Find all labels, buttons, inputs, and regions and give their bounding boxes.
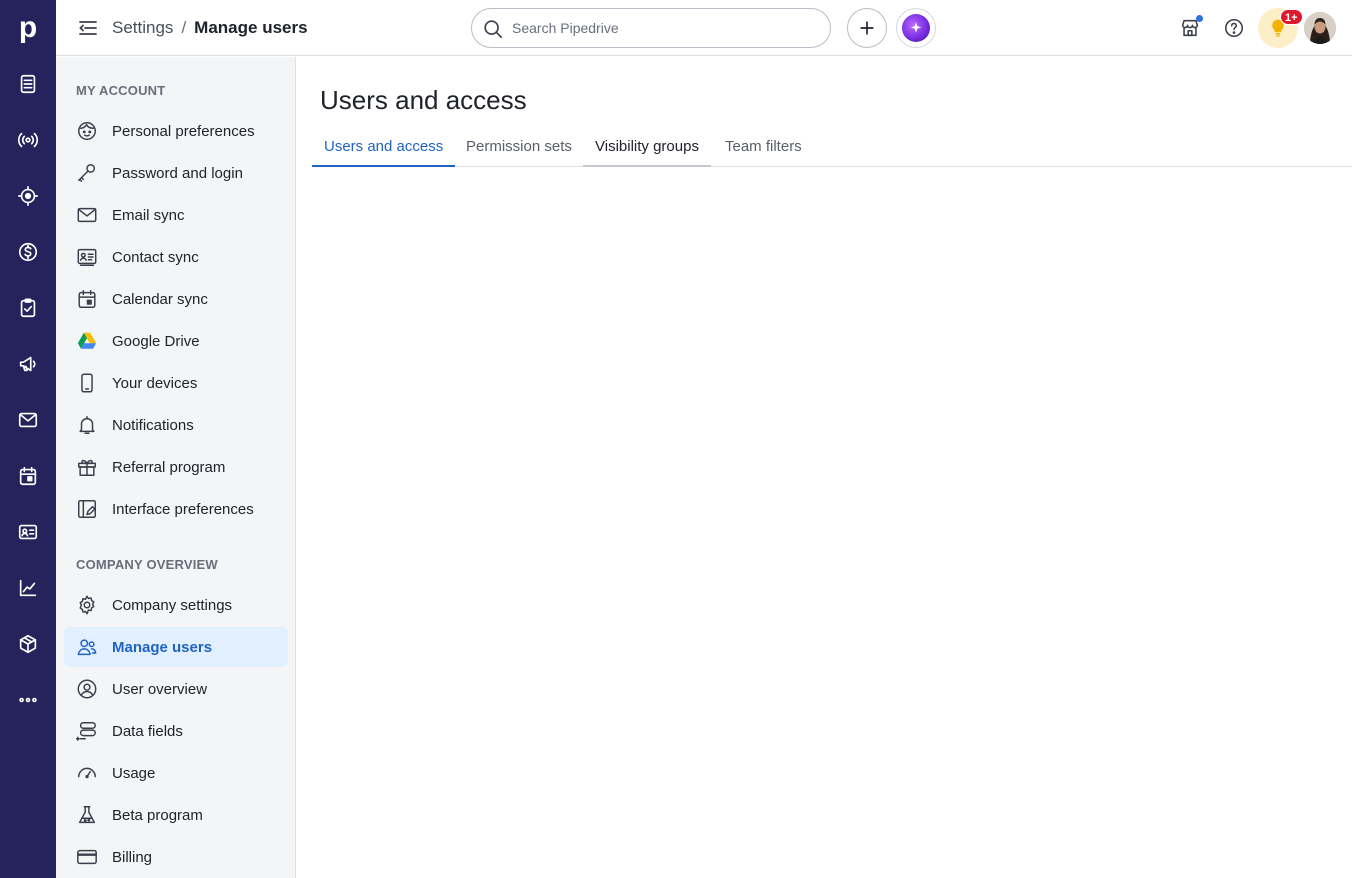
flask-icon <box>76 804 98 826</box>
global-search[interactable] <box>471 8 831 48</box>
data-fields-icon <box>75 720 98 742</box>
ai-assistant-button[interactable] <box>896 8 936 48</box>
face-icon <box>76 120 98 142</box>
tab-users-and-access[interactable]: Users and access <box>312 129 456 167</box>
user-avatar[interactable] <box>1304 12 1336 44</box>
key-icon <box>76 162 98 184</box>
page-title: Users and access <box>320 85 527 115</box>
plus-icon <box>860 21 874 35</box>
envelope-icon <box>76 204 98 226</box>
sidebar-item-user-overview[interactable]: User overview <box>64 669 288 709</box>
main-content: Users and access Users and access Permis… <box>296 57 1352 878</box>
sidebar-item-data-fields[interactable]: Data fields <box>64 711 288 751</box>
sidebar-item-interface-preferences[interactable]: Interface preferences <box>64 489 288 529</box>
sidebar-item-password-and-login[interactable]: Password and login <box>64 153 288 193</box>
megaphone-icon[interactable] <box>0 336 56 392</box>
campaigns-broadcast-icon[interactable] <box>0 112 56 168</box>
sidebar-item-notifications[interactable]: Notifications <box>64 405 288 445</box>
calendar-icon[interactable] <box>0 448 56 504</box>
marketplace-icon[interactable] <box>1176 14 1204 42</box>
sidebar-item-contact-sync[interactable]: Contact sync <box>64 237 288 277</box>
tab-permission-sets[interactable]: Permission sets <box>454 129 584 167</box>
search-icon <box>482 18 504 40</box>
top-bar: Settings / Manage users 1+ <box>56 0 1352 56</box>
help-icon[interactable] <box>1220 14 1248 42</box>
products-box-icon[interactable] <box>0 616 56 672</box>
phone-icon <box>76 372 98 394</box>
tab-visibility-groups[interactable]: Visibility groups <box>583 129 711 167</box>
contacts-card-icon[interactable] <box>0 504 56 560</box>
user-circle-icon <box>76 678 98 700</box>
sidebar-item-billing[interactable]: Billing <box>64 837 288 877</box>
sidebar-item-beta-program[interactable]: Beta program <box>64 795 288 835</box>
users-icon <box>76 636 98 658</box>
sidebar-item-your-devices[interactable]: Your devices <box>64 363 288 403</box>
sidebar-item-manage-users[interactable]: Manage users <box>64 627 288 667</box>
sidebar-item-usage[interactable]: Usage <box>64 753 288 793</box>
gift-icon <box>76 456 98 478</box>
insights-chart-icon[interactable] <box>0 560 56 616</box>
gear-icon <box>76 594 98 616</box>
google-drive-icon <box>76 330 98 352</box>
marketplace-notification-dot <box>1196 15 1203 22</box>
gauge-icon <box>76 762 98 784</box>
app-window: p Settings / Manage users Search Pipedri… <box>0 0 1352 878</box>
more-dots-icon[interactable] <box>0 672 56 728</box>
sidebar-item-google-drive[interactable]: Google Drive <box>64 321 288 361</box>
ai-sparkle-icon <box>902 14 930 42</box>
breadcrumb-separator: / <box>181 18 187 37</box>
quick-add-button[interactable] <box>847 8 887 48</box>
sidebar-item-personal-preferences[interactable]: Personal preferences <box>64 111 288 151</box>
tab-team-filters[interactable]: Team filters <box>713 129 814 167</box>
my-account-heading: MY ACCOUNT <box>76 83 166 98</box>
deals-dollar-icon[interactable] <box>0 224 56 280</box>
search-input[interactable] <box>512 9 812 47</box>
sidebar-item-company-settings[interactable]: Company settings <box>64 585 288 625</box>
leads-inbox-icon[interactable] <box>0 56 56 112</box>
settings-sidebar: MY ACCOUNT Personal preferences Password… <box>56 57 296 878</box>
breadcrumb-settings-link[interactable]: Settings <box>112 18 173 38</box>
sidebar-item-calendar-sync[interactable]: Calendar sync <box>64 279 288 319</box>
calendar-sync-icon <box>76 288 98 310</box>
collapse-menu-icon[interactable] <box>76 16 100 40</box>
tips-count-badge: 1+ <box>1280 9 1303 25</box>
company-overview-heading: COMPANY OVERVIEW <box>76 557 218 572</box>
sidebar-item-email-sync[interactable]: Email sync <box>64 195 288 235</box>
credit-card-icon <box>76 846 98 868</box>
sidebar-item-referral-program[interactable]: Referral program <box>64 447 288 487</box>
focus-target-icon[interactable] <box>0 168 56 224</box>
breadcrumb: Settings / Manage users <box>112 18 308 38</box>
contact-card-icon <box>76 246 98 268</box>
tab-bar: Users and access Permission sets Visibil… <box>312 129 1352 167</box>
interface-edit-icon <box>76 498 98 520</box>
mail-icon[interactable] <box>0 392 56 448</box>
breadcrumb-current: Manage users <box>194 18 308 37</box>
activities-clipboard-icon[interactable] <box>0 280 56 336</box>
bell-icon <box>76 414 98 436</box>
pipedrive-logo[interactable]: p <box>0 0 56 56</box>
main-navigation-rail: p <box>0 0 56 878</box>
